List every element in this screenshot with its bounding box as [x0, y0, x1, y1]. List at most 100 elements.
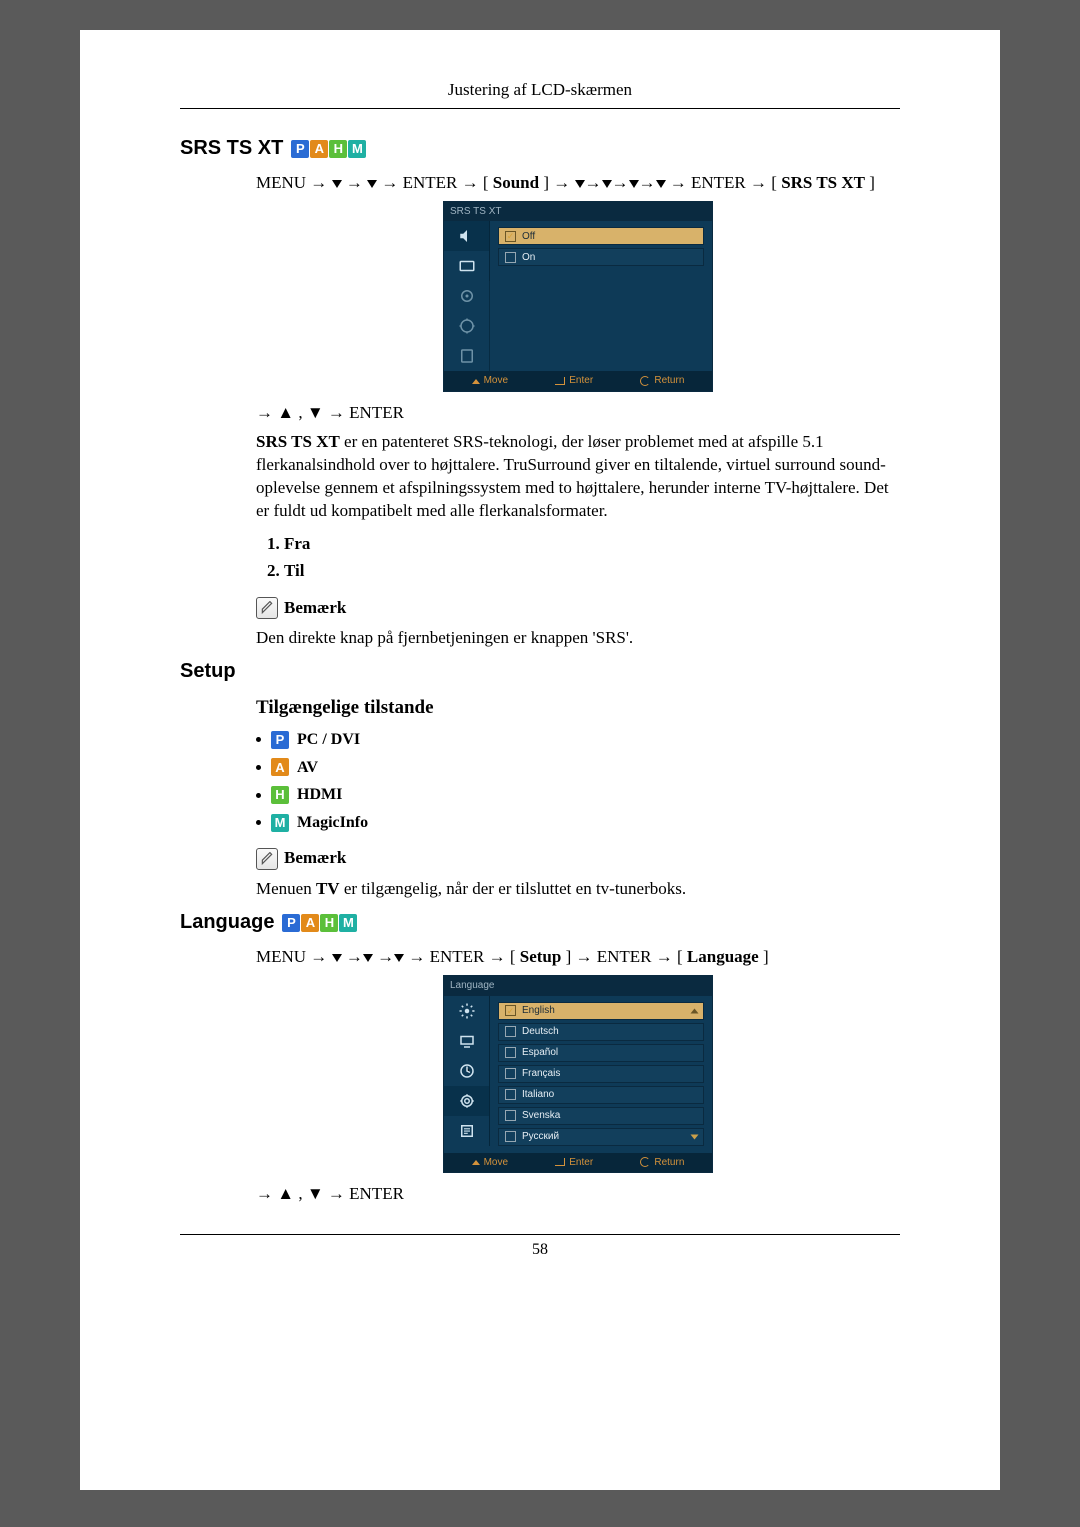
osd-srs: SRS TS XT ✓ Off On — [443, 201, 713, 392]
down-arrow-icon — [363, 954, 373, 962]
badge-h-icon: H — [329, 140, 347, 158]
check-icon — [505, 1110, 516, 1121]
bullet-icon — [256, 765, 261, 770]
setup-heading-text: Setup — [180, 660, 236, 683]
srs-note-body: Den direkte knap på fjernbetjeningen er … — [256, 627, 900, 650]
osd-row: Italiano — [498, 1086, 704, 1104]
osd-footer: Move Enter Return — [444, 371, 712, 391]
enter-icon — [555, 377, 565, 385]
osd-title: Language — [444, 976, 712, 996]
t: Enter — [569, 374, 593, 388]
osd-side-icon — [444, 1056, 490, 1086]
badge-m-icon: M — [348, 140, 366, 158]
list-item: A AV — [256, 757, 900, 779]
t: ] — [763, 947, 769, 966]
osd-row-label: Deutsch — [522, 1025, 559, 1039]
osd-body: ✓ English Deutsch Español Français Itali… — [444, 996, 712, 1153]
mode-label: HDMI — [297, 784, 342, 806]
section-heading-language: Language P A H M — [180, 911, 900, 934]
t: → — [346, 173, 367, 192]
t: er tilgængelig, når der er tilsluttet en… — [340, 879, 687, 898]
osd-body: ✓ Off On — [444, 221, 712, 371]
badge-a-icon: A — [271, 758, 289, 776]
osd-sidebar — [444, 996, 490, 1153]
bullet-icon — [256, 820, 261, 825]
language-nav-path: MENU → → → → ENTER → [ Setup ] → ENTER →… — [256, 946, 900, 969]
nav-target: Language — [687, 947, 759, 966]
nav-target: SRS TS XT — [781, 173, 865, 192]
move-icon — [472, 379, 480, 384]
osd-row: Français — [498, 1065, 704, 1083]
down-arrow-icon — [602, 180, 612, 188]
bottom-rule — [180, 1234, 900, 1235]
srs-options-list: Fra Til — [256, 533, 900, 583]
note-label: Bemærk — [284, 847, 346, 870]
setup-subheading: Tilgængelige tilstande — [256, 695, 900, 721]
check-icon — [505, 1026, 516, 1037]
t: ] → — [543, 173, 570, 192]
osd-row: Deutsch — [498, 1023, 704, 1041]
t: Move — [484, 374, 508, 388]
check-icon — [505, 1089, 516, 1100]
down-arrow-icon — [332, 180, 342, 188]
badge-p-icon: P — [282, 914, 300, 932]
osd-side-icon — [444, 281, 490, 311]
check-icon — [505, 1068, 516, 1079]
osd-side-icon — [444, 1086, 490, 1116]
srs-nav-path: MENU → → → ENTER → [ Sound ] → →→→ → ENT… — [256, 172, 900, 195]
badge-row: P A H M — [282, 914, 357, 932]
t: → ENTER → [ — [670, 173, 777, 192]
option-label: Til — [284, 561, 304, 580]
top-rule — [180, 108, 900, 109]
t: Return — [654, 374, 684, 388]
osd-language: Language ✓ English Deutsch Españ — [443, 975, 713, 1173]
osd-row-label: Русский — [522, 1130, 559, 1144]
setup-content: Tilgængelige tilstande P PC / DVI A AV H… — [256, 695, 900, 901]
check-icon — [505, 252, 516, 263]
section-heading-setup: Setup — [180, 660, 900, 683]
srs-body-bold: SRS TS XT — [256, 432, 340, 451]
srs-body-text: er en patenteret SRS-teknologi, der løse… — [256, 432, 889, 520]
t: Move — [484, 1156, 508, 1170]
check-icon — [505, 1047, 516, 1058]
nav-sound: Sound — [493, 173, 539, 192]
check-icon — [505, 1131, 516, 1142]
check-icon: ✓ — [505, 231, 516, 242]
osd-row: On — [498, 248, 704, 266]
osd-foot-move: Move — [472, 374, 508, 388]
down-arrow-icon — [394, 954, 404, 962]
language-heading-text: Language — [180, 911, 274, 934]
osd-side-icon — [444, 1116, 490, 1146]
t: Return — [654, 1156, 684, 1170]
osd-footer: Move Enter Return — [444, 1153, 712, 1173]
t: MENU → — [256, 947, 332, 966]
language-content: MENU → → → → ENTER → [ Setup ] → ENTER →… — [256, 946, 900, 1206]
language-post-nav: → ▲ , ▼ → ENTER — [256, 1183, 900, 1206]
mode-label: PC / DVI — [297, 729, 360, 751]
check-icon: ✓ — [505, 1005, 516, 1016]
list-item: H HDMI — [256, 784, 900, 806]
down-arrow-icon — [575, 180, 585, 188]
t: Enter — [569, 1156, 593, 1170]
note-bold: TV — [316, 879, 340, 898]
bullet-icon — [256, 793, 261, 798]
note-icon — [256, 597, 278, 619]
srs-heading-text: SRS TS XT — [180, 137, 283, 160]
list-item: Til — [284, 560, 900, 583]
t: → ENTER → [ — [408, 947, 515, 966]
arrow-up-icon — [691, 1008, 699, 1013]
down-arrow-icon — [332, 954, 342, 962]
modes-list: P PC / DVI A AV H HDMI M MagicInfo — [256, 729, 900, 833]
osd-row: Español — [498, 1044, 704, 1062]
badge-m-icon: M — [271, 814, 289, 832]
page-number: 58 — [180, 1241, 900, 1259]
badge-p-icon: P — [271, 731, 289, 749]
osd-foot-enter: Enter — [555, 374, 593, 388]
osd-row-label: Svenska — [522, 1109, 560, 1123]
list-item: P PC / DVI — [256, 729, 900, 751]
badge-h-icon: H — [320, 914, 338, 932]
down-arrow-icon — [367, 180, 377, 188]
setup-note-body: Menuen TV er tilgængelig, når der er til… — [256, 878, 900, 901]
osd-row-label: Italiano — [522, 1088, 554, 1102]
osd-row: Svenska — [498, 1107, 704, 1125]
